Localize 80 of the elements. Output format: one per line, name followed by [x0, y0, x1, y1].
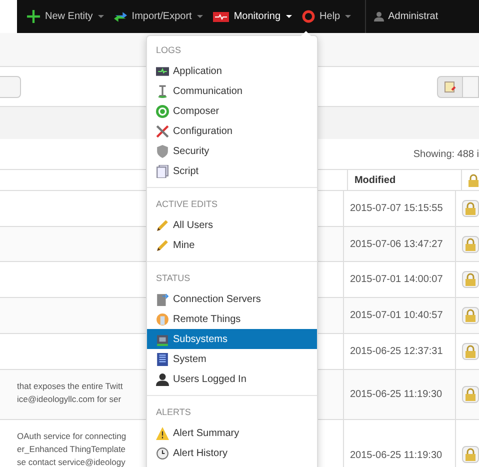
toolbar-button[interactable] [0, 76, 21, 98]
composer-icon [156, 104, 169, 118]
caret-icon [196, 15, 203, 18]
nav-menu-button[interactable]: Monitoring [212, 9, 292, 24]
lock-icon[interactable] [465, 388, 476, 401]
description-text: se contact service@ideology [17, 456, 126, 467]
table-cell-text: 2015-06-25 11:19:30 [350, 449, 442, 463]
caret-icon [345, 15, 352, 18]
lifebuoy-icon [302, 10, 315, 23]
menu-section-heading: LOGS [155, 44, 182, 58]
menu-item[interactable]: System [147, 349, 317, 369]
menu-item[interactable]: Configuration [147, 121, 317, 141]
nav-menu-button[interactable]: Import/Export [114, 9, 203, 24]
description-text: OAuth service for connecting [17, 430, 126, 443]
caret-icon [98, 15, 104, 18]
lock-button[interactable] [462, 386, 479, 403]
menu-section-heading: ACTIVE EDITS [155, 198, 218, 212]
monitor-icon [156, 64, 169, 78]
document-icon [156, 164, 169, 178]
pencil-icon [156, 218, 169, 232]
menu-item[interactable]: Communication [147, 81, 317, 101]
lock-icon[interactable] [465, 345, 476, 358]
table-cell-text: 2015-07-06 13:47:27 [350, 238, 443, 252]
arrows-icon [114, 10, 127, 23]
building-icon [156, 352, 169, 366]
menu-item[interactable]: Connection Servers [147, 289, 317, 309]
user-icon [156, 372, 169, 386]
lock-icon[interactable] [465, 238, 476, 250]
lock-icon[interactable] [465, 448, 476, 461]
view-button[interactable] [463, 76, 479, 98]
menu-item[interactable]: Application [147, 61, 317, 81]
menu-item[interactable]: Security [147, 141, 317, 161]
menu-item[interactable]: Alert Summary [147, 423, 317, 443]
menu-item[interactable]: Subsystems [147, 329, 317, 349]
menu-item[interactable]: All Users [147, 215, 317, 235]
menu-section-heading: ALERTS [155, 406, 191, 420]
table-cell-text: 2015-07-07 15:15:55 [350, 202, 443, 216]
lock-button[interactable] [462, 271, 479, 288]
nav-menu-button[interactable]: Help [302, 9, 352, 24]
pencil-icon [156, 238, 169, 252]
nav-menu-button[interactable]: New Entity [27, 9, 104, 24]
menu-item[interactable]: Remote Things [147, 309, 317, 329]
user-icon [374, 11, 384, 22]
menu-item[interactable]: Composer [147, 101, 317, 121]
monitor-icon [212, 12, 229, 22]
shield-icon [156, 144, 169, 158]
lock-icon[interactable] [468, 174, 479, 186]
caret-icon [286, 15, 292, 18]
menu-item[interactable]: Script [147, 161, 317, 181]
menu-item[interactable]: Alert History [147, 443, 317, 463]
table-cell-text: 2015-07-01 14:00:07 [350, 273, 443, 287]
lock-icon[interactable] [465, 273, 476, 286]
lock-button[interactable] [462, 307, 479, 324]
warning-icon [156, 426, 169, 440]
lock-button[interactable] [462, 343, 479, 360]
user-name[interactable]: Administrat [388, 9, 438, 24]
result-count: Showing: 488 i [413, 148, 479, 162]
lock-button[interactable] [462, 446, 479, 463]
edit-view-button[interactable] [437, 76, 463, 98]
lock-button[interactable] [462, 236, 479, 252]
chip-icon [156, 332, 169, 346]
lock-icon[interactable] [465, 202, 476, 215]
notepad-icon [444, 80, 456, 92]
table-cell-text: 2015-06-25 12:37:31 [350, 345, 443, 359]
table-cell-text: 2015-07-01 10:40:57 [350, 309, 443, 323]
description-text: that exposes the entire Twitt [17, 380, 123, 393]
table-cell-text: 2015-06-25 11:19:30 [350, 388, 442, 402]
lock-icon[interactable] [465, 309, 476, 322]
clock-icon [156, 446, 169, 460]
menu-item[interactable]: Mine [147, 235, 317, 255]
plus-icon [27, 10, 40, 23]
column-header[interactable]: Modified [348, 170, 462, 190]
tools-icon [156, 124, 169, 138]
description-text: ice@ideologyllc.com for ser [17, 393, 122, 406]
menu-item[interactable]: Users Logged In [147, 369, 317, 389]
antenna-icon [156, 84, 169, 98]
description-text: er_Enhanced ThingTemplate [17, 443, 126, 456]
lock-button[interactable] [462, 200, 479, 217]
menu-section-heading: STATUS [155, 272, 190, 286]
server-icon [156, 292, 169, 306]
